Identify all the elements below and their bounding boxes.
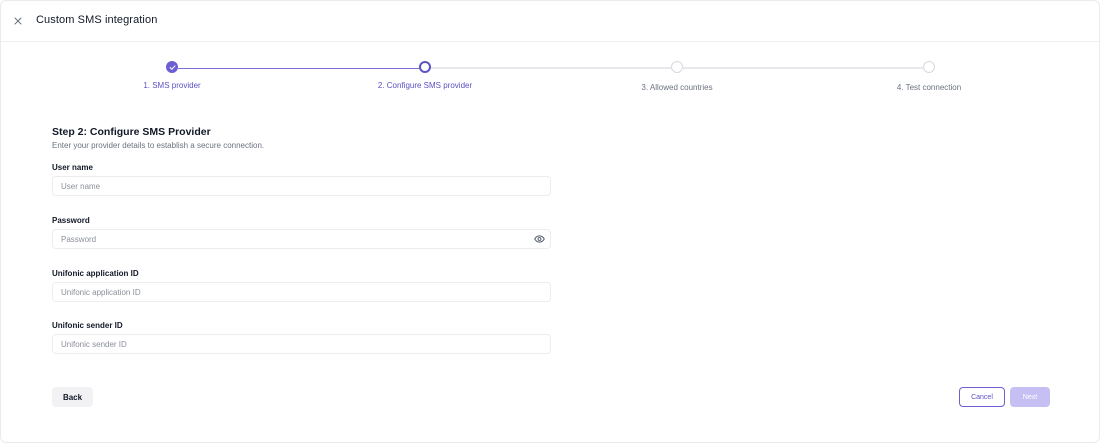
- step-3-label: 3. Allowed countries: [641, 83, 713, 92]
- sender-id-label: Unifonic sender ID: [52, 321, 123, 330]
- step-4-dot: [923, 61, 935, 73]
- form-heading: Step 2: Configure SMS Provider: [52, 126, 211, 138]
- step-3-dot: [671, 61, 683, 73]
- stepper-connector-2: [431, 67, 671, 69]
- password-input[interactable]: [52, 229, 551, 249]
- step-4-label: 4. Test connection: [896, 83, 962, 92]
- step-2-label: 2. Configure SMS provider: [377, 81, 473, 90]
- username-label: User name: [52, 163, 93, 172]
- stepper-connector-1: [178, 67, 420, 69]
- app-id-input[interactable]: [52, 282, 551, 302]
- sender-id-input[interactable]: [52, 334, 551, 354]
- cancel-button[interactable]: Cancel: [959, 387, 1005, 407]
- password-label: Password: [52, 216, 90, 225]
- form-subheading: Enter your provider details to establish…: [52, 141, 265, 150]
- step-1-label: 1. SMS provider: [143, 81, 201, 90]
- next-button[interactable]: Next: [1010, 387, 1050, 407]
- modal-frame: Custom SMS integration 1. SMS provider 2…: [0, 0, 1100, 443]
- step-1-check-icon[interactable]: [166, 61, 178, 73]
- app-id-label: Unifonic application ID: [52, 269, 139, 278]
- eye-icon[interactable]: [533, 233, 545, 245]
- step-2-current-dot[interactable]: [419, 61, 431, 73]
- back-button[interactable]: Back: [52, 387, 93, 407]
- progress-stepper: 1. SMS provider 2. Configure SMS provide…: [1, 1, 1100, 101]
- stepper-connector-3: [683, 67, 923, 69]
- username-input[interactable]: [52, 176, 551, 196]
